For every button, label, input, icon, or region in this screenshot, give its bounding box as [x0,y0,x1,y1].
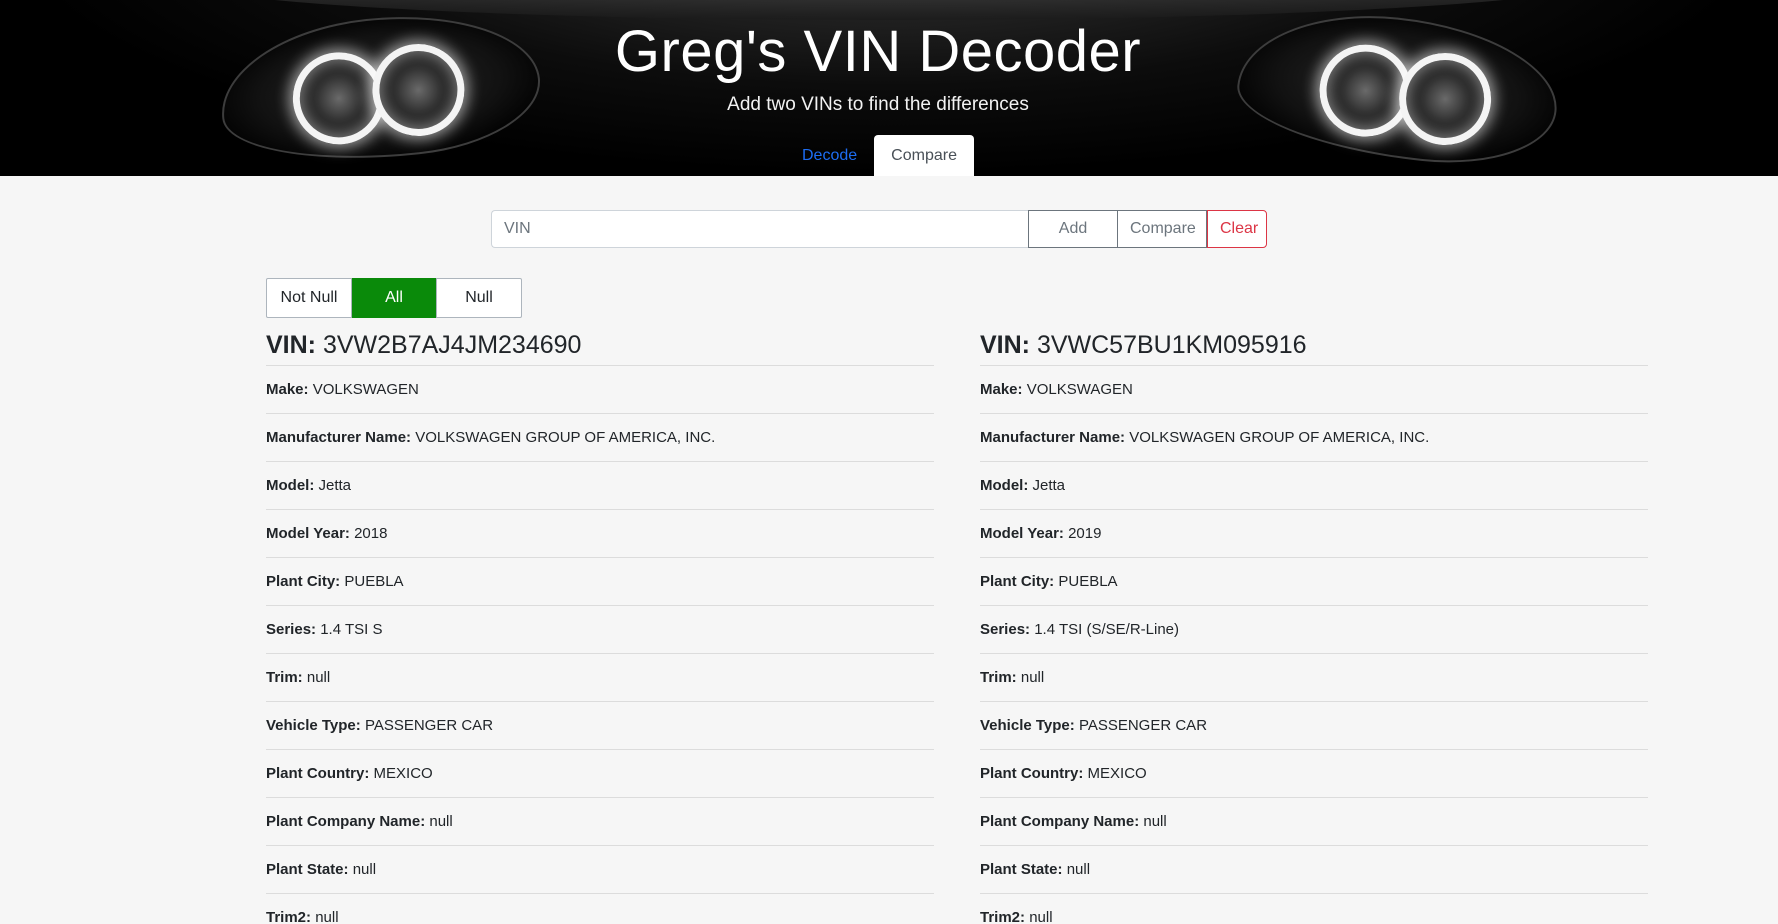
field-key: Make: [266,381,309,398]
app-subtitle: Add two VINs to find the differences [727,94,1029,115]
field-value: 2019 [1068,525,1102,542]
field-row-make: Make: VOLKSWAGEN [980,366,1648,414]
field-value: VOLKSWAGEN [312,381,419,398]
field-value: null [352,861,377,878]
vin-heading: VIN: 3VWC57BU1KM095916 [980,326,1648,366]
field-key: Plant Country: [980,765,1084,782]
field-key: Manufacturer Name: [266,429,412,446]
field-key: Trim: [980,669,1017,686]
field-key: Plant City: [980,573,1055,590]
field-key: Plant City: [266,573,341,590]
field-row-series: Series: 1.4 TSI (S/SE/R-Line) [980,606,1648,654]
field-value: null [315,909,339,924]
field-row-trim2: Trim2: null [266,894,934,924]
vin-label: VIN: [980,331,1030,359]
add-button[interactable]: Add [1028,210,1118,248]
field-value: null [429,813,453,830]
clear-button[interactable]: Clear [1207,210,1267,248]
vin-input[interactable] [491,210,1028,248]
field-value: Jetta [318,477,352,494]
filter-all-button[interactable]: All [352,278,436,318]
field-value: MEXICO [1087,765,1147,782]
field-key: Manufacturer Name: [980,429,1126,446]
field-key: Series: [266,621,317,638]
field-key: Vehicle Type: [980,717,1075,734]
field-row-series: Series: 1.4 TSI S [266,606,934,654]
field-row-plant-company-name: Plant Company Name: null [980,798,1648,846]
field-row-plant-state: Plant State: null [266,846,934,894]
field-row-plant-city: Plant City: PUEBLA [980,558,1648,606]
field-row-trim: Trim: null [266,654,934,702]
field-key: Plant Country: [266,765,370,782]
field-value: null [1029,909,1053,924]
field-row-plant-state: Plant State: null [980,846,1648,894]
field-row-plant-country: Plant Country: MEXICO [980,750,1648,798]
field-row-plant-company-name: Plant Company Name: null [266,798,934,846]
field-key: Model: [980,477,1029,494]
field-key: Plant Company Name: [266,813,426,830]
field-value: 1.4 TSI S [320,621,383,638]
field-key: Trim: [266,669,303,686]
field-value: null [1020,669,1045,686]
field-value: VOLKSWAGEN [1026,381,1133,398]
field-row-trim: Trim: null [980,654,1648,702]
vin-heading: VIN: 3VW2B7AJ4JM234690 [266,326,934,366]
field-row-model-year: Model Year: 2018 [266,510,934,558]
field-value: MEXICO [373,765,433,782]
vin-label: VIN: [266,331,316,359]
field-row-vehicle-type: Vehicle Type: PASSENGER CAR [266,702,934,750]
field-row-model-year: Model Year: 2019 [980,510,1648,558]
app-title: Greg's VIN Decoder [614,19,1142,84]
field-value: Jetta [1032,477,1066,494]
field-row-model: Model: Jetta [980,462,1648,510]
field-key: Plant State: [980,861,1063,878]
field-key: Trim2: [980,909,1026,924]
field-value: null [1143,813,1167,830]
field-row-manufacturer-name: Manufacturer Name: VOLKSWAGEN GROUP OF A… [980,414,1648,462]
field-key: Trim2: [266,909,312,924]
field-key: Make: [980,381,1023,398]
field-key: Model Year: [266,525,350,542]
tab-decode[interactable]: Decode [785,135,874,176]
field-value: null [306,669,331,686]
field-value: 1.4 TSI (S/SE/R-Line) [1034,621,1179,638]
field-row-manufacturer-name: Manufacturer Name: VOLKSWAGEN GROUP OF A… [266,414,934,462]
null-filter-group: Not Null All Null [266,278,522,318]
field-row-make: Make: VOLKSWAGEN [266,366,934,414]
vehicle-column-2: VIN: 3VWC57BU1KM095916 Make: VOLKSWAGEN … [980,326,1648,924]
field-key: Series: [980,621,1031,638]
tab-compare[interactable]: Compare [874,135,974,176]
field-row-trim2: Trim2: null [980,894,1648,924]
field-key: Vehicle Type: [266,717,361,734]
field-value: 2018 [354,525,388,542]
vin-value: 3VWC57BU1KM095916 [1036,331,1307,359]
filter-null-button[interactable]: Null [436,278,522,318]
field-key: Model: [266,477,315,494]
vin-value: 3VW2B7AJ4JM234690 [322,331,582,359]
vin-input-group: Add Compare Clear [491,210,1267,248]
mode-tabs: Decode Compare [785,135,974,176]
vehicle-column-1: VIN: 3VW2B7AJ4JM234690 Make: VOLKSWAGEN … [266,326,934,924]
filter-not-null-button[interactable]: Not Null [266,278,352,318]
header-banner: Greg's VIN Decoder Add two VINs to find … [0,0,1778,176]
field-value: PUEBLA [344,573,404,590]
field-key: Plant Company Name: [980,813,1140,830]
field-value: PASSENGER CAR [1078,717,1208,734]
compare-button[interactable]: Compare [1118,210,1207,248]
field-value: PASSENGER CAR [364,717,494,734]
field-row-model: Model: Jetta [266,462,934,510]
field-value: null [1066,861,1091,878]
field-value: VOLKSWAGEN GROUP OF AMERICA, INC. [415,429,716,446]
field-row-plant-city: Plant City: PUEBLA [266,558,934,606]
field-key: Plant State: [266,861,349,878]
field-value: VOLKSWAGEN GROUP OF AMERICA, INC. [1129,429,1430,446]
field-key: Model Year: [980,525,1064,542]
field-value: PUEBLA [1058,573,1118,590]
field-row-plant-country: Plant Country: MEXICO [266,750,934,798]
field-row-vehicle-type: Vehicle Type: PASSENGER CAR [980,702,1648,750]
